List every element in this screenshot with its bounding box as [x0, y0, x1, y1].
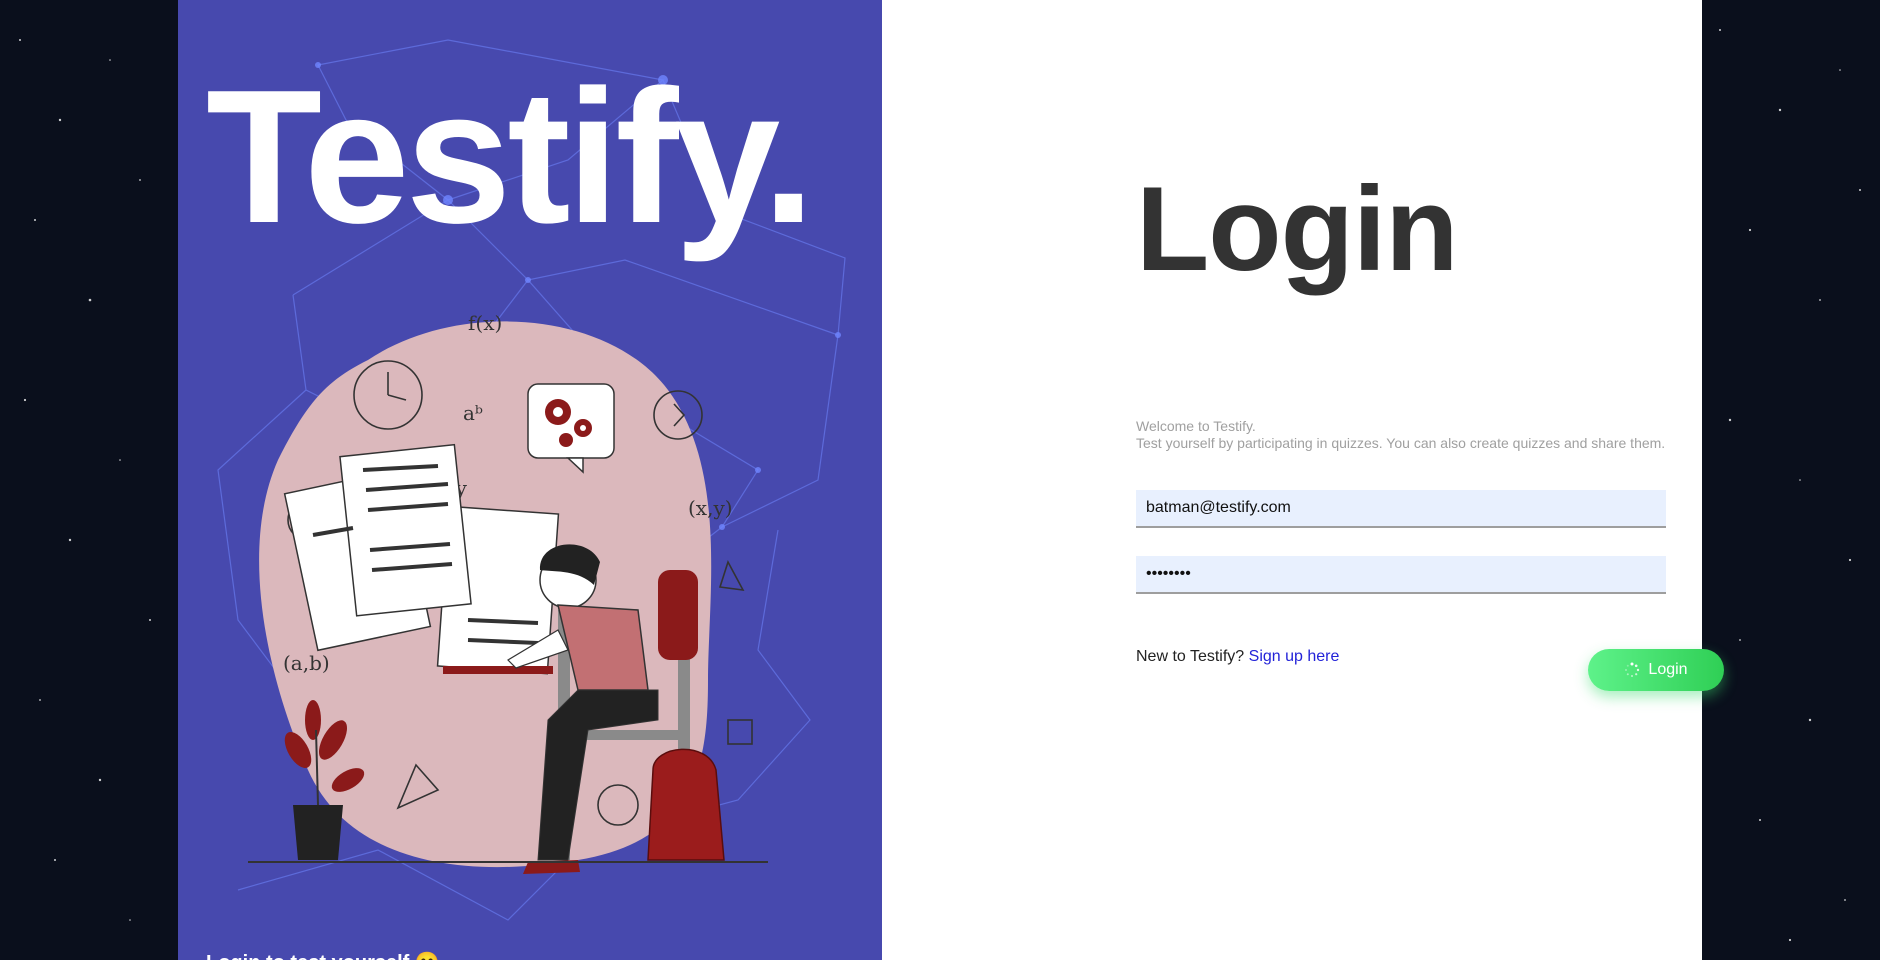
svg-text:(a,b): (a,b): [283, 651, 330, 675]
login-card: Testify. f(x) √x aᵇ x-y (x,y) x²: [178, 0, 1724, 960]
login-button[interactable]: Login: [1588, 649, 1724, 691]
login-heading: Login: [1136, 162, 1459, 296]
welcome-line-1: Welcome to Testify.: [1136, 418, 1256, 434]
student-illustration: f(x) √x aᵇ x-y (x,y) x² (a,b): [248, 311, 768, 874]
signup-link[interactable]: Sign up here: [1249, 648, 1340, 665]
email-field[interactable]: [1136, 490, 1666, 528]
brand-tagline: Login to test yourself 😊: [206, 950, 440, 960]
svg-text:f(x): f(x): [468, 311, 502, 335]
signup-prompt-text: New to Testify?: [1136, 648, 1245, 665]
svg-text:aᵇ: aᵇ: [463, 401, 483, 425]
signup-prompt: New to Testify? Sign up here: [1136, 648, 1339, 666]
login-form-panel: Login Welcome to Testify. Test yourself …: [882, 0, 1724, 960]
login-button-label: Login: [1648, 661, 1688, 678]
brand-title: Testify.: [206, 51, 815, 263]
brand-panel: Testify. f(x) √x aᵇ x-y (x,y) x²: [178, 0, 882, 960]
welcome-line-2: Test yourself by participating in quizze…: [1136, 435, 1666, 451]
svg-text:(x,y): (x,y): [688, 496, 733, 520]
welcome-text: Welcome to Testify. Test yourself by par…: [1136, 418, 1665, 452]
password-field[interactable]: [1136, 556, 1666, 594]
spinner-icon: [1625, 662, 1640, 677]
